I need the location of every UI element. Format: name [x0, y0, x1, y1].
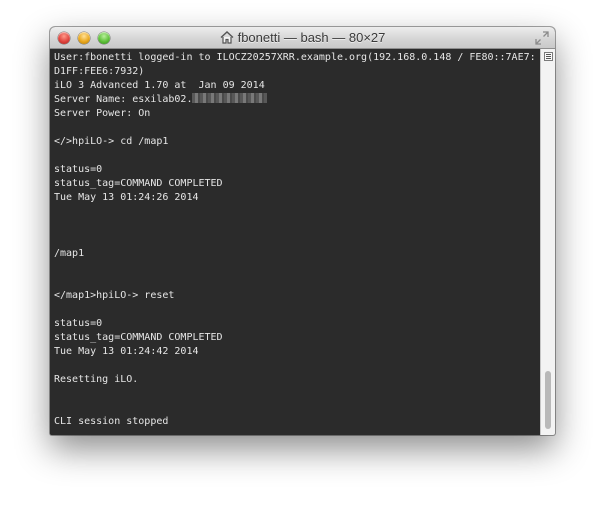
redacted-text [192, 93, 268, 103]
terminal-line: </map1>hpiLO-> reset [54, 290, 175, 301]
home-icon [220, 29, 234, 51]
terminal-line: User:fbonetti logged-in to ILOCZ20257XRR… [54, 52, 536, 63]
terminal-line: D1FF:FEE6:7932) [54, 66, 145, 77]
terminal-content[interactable]: User:fbonetti logged-in to ILOCZ20257XRR… [50, 49, 540, 435]
terminal-line: status=0 [54, 164, 103, 175]
terminal-line: Server Power: On [54, 108, 151, 119]
terminal-line: CLI session stopped [54, 416, 169, 427]
window-title: fbonetti — bash — 80×27 [237, 30, 386, 45]
terminal-line: status=0 [54, 318, 103, 329]
terminal-line: iLO 3 Advanced 1.70 at Jan 09 2014 [54, 80, 265, 91]
split-pane-icon[interactable] [544, 52, 553, 61]
window-title-container: fbonetti — bash — 80×27 [50, 27, 555, 49]
vertical-scrollbar[interactable] [540, 49, 555, 435]
scrollbar-thumb[interactable] [545, 371, 551, 429]
terminal-line: Tue May 13 01:24:26 2014 [54, 192, 199, 203]
terminal-line: status_tag=COMMAND COMPLETED [54, 332, 223, 343]
terminal-line: /map1 [54, 248, 85, 259]
fullscreen-icon[interactable] [535, 31, 549, 45]
terminal-line: Tue May 13 01:24:42 2014 [54, 346, 199, 357]
terminal-output: User:fbonetti logged-in to ILOCZ20257XRR… [54, 51, 540, 429]
terminal-line: </>hpiLO-> cd /map1 [54, 136, 169, 147]
title-bar[interactable]: fbonetti — bash — 80×27 [50, 27, 555, 49]
terminal-window: fbonetti — bash — 80×27 User:fbonetti lo… [50, 27, 555, 435]
terminal-line: Resetting iLO. [54, 374, 139, 385]
terminal-line: status_tag=COMMAND COMPLETED [54, 178, 223, 189]
terminal-line: Server Name: esxilab02. [54, 94, 193, 105]
